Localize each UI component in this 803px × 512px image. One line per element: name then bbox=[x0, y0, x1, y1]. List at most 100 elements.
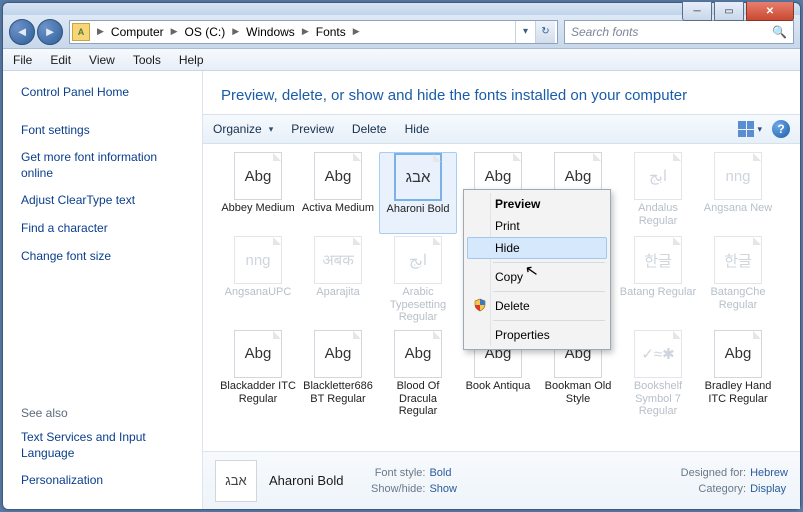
menu-edit[interactable]: Edit bbox=[50, 53, 71, 67]
font-item[interactable]: nngAngsanaUPC bbox=[219, 236, 297, 328]
font-item[interactable]: AbgBlackadder ITC Regular bbox=[219, 330, 297, 422]
font-item[interactable]: 한글Batang Regular bbox=[619, 236, 697, 328]
font-item[interactable]: nngAngsana New bbox=[699, 152, 777, 234]
maximize-button[interactable]: ▭ bbox=[714, 2, 744, 21]
explorer-window: ─ ▭ ✕ ◄ ► A ▶ Computer ▶ OS (C:) ▶ Windo… bbox=[2, 2, 801, 510]
font-label: Aharoni Bold bbox=[387, 203, 450, 229]
toolbar-organize[interactable]: Organize bbox=[213, 122, 273, 136]
menu-bar: File Edit View Tools Help bbox=[3, 49, 800, 71]
font-thumb: nng bbox=[714, 152, 762, 200]
font-thumb: Abg bbox=[394, 330, 442, 378]
font-label: Angsana New bbox=[704, 202, 773, 228]
context-menu-item[interactable]: Delete bbox=[467, 295, 607, 317]
details-thumb: אבג bbox=[215, 460, 257, 502]
back-button[interactable]: ◄ bbox=[9, 19, 35, 45]
context-menu-item[interactable]: Properties bbox=[467, 324, 607, 346]
font-thumb: Abg bbox=[714, 330, 762, 378]
breadcrumb-segment[interactable]: Fonts bbox=[312, 25, 350, 39]
details-show-hide-label: Show/hide: bbox=[357, 483, 429, 495]
chevron-right-icon[interactable]: ▶ bbox=[94, 26, 107, 37]
font-item[interactable]: ✓≈✱Bookshelf Symbol 7 Regular bbox=[619, 330, 697, 422]
sidebar-link-cleartype[interactable]: Adjust ClearType text bbox=[21, 193, 190, 209]
sidebar-link-font-size[interactable]: Change font size bbox=[21, 249, 190, 265]
font-label: BatangChe Regular bbox=[699, 286, 777, 312]
chevron-right-icon[interactable]: ▶ bbox=[229, 26, 242, 37]
details-designed-for-label: Designed for: bbox=[660, 467, 750, 479]
chevron-right-icon[interactable]: ▶ bbox=[168, 26, 181, 37]
details-show-hide: Show bbox=[429, 483, 457, 495]
details-font-style-label: Font style: bbox=[357, 467, 429, 479]
font-item[interactable]: AbgAbbey Medium bbox=[219, 152, 297, 234]
minimize-button[interactable]: ─ bbox=[682, 2, 712, 21]
font-item[interactable]: AbgActiva Medium bbox=[299, 152, 377, 234]
navigation-bar: ◄ ► A ▶ Computer ▶ OS (C:) ▶ Windows ▶ F… bbox=[3, 15, 800, 49]
address-bar[interactable]: A ▶ Computer ▶ OS (C:) ▶ Windows ▶ Fonts… bbox=[69, 20, 558, 44]
context-menu-item[interactable]: Hide bbox=[467, 237, 607, 259]
font-label: Batang Regular bbox=[620, 286, 696, 312]
font-label: Bradley Hand ITC Regular bbox=[699, 380, 777, 406]
font-item[interactable]: אבגAharoni Bold bbox=[379, 152, 457, 234]
help-icon[interactable]: ? bbox=[772, 120, 790, 138]
font-item[interactable]: AbgBradley Hand ITC Regular bbox=[699, 330, 777, 422]
sidebar-link-text-services[interactable]: Text Services and Input Language bbox=[21, 430, 190, 461]
context-menu-item[interactable]: Preview bbox=[467, 193, 607, 215]
font-item[interactable]: ابجArabic Typesetting Regular bbox=[379, 236, 457, 328]
toolbar-preview[interactable]: Preview bbox=[291, 122, 334, 136]
font-label: Bookshelf Symbol 7 Regular bbox=[619, 380, 697, 418]
sidebar-see-also-label: See also bbox=[21, 406, 190, 420]
font-thumb: Abg bbox=[314, 152, 362, 200]
context-menu-separator bbox=[493, 320, 605, 321]
refresh-button[interactable]: ↻ bbox=[535, 21, 555, 43]
font-label: Arabic Typesetting Regular bbox=[379, 286, 457, 324]
search-input[interactable]: Search fonts 🔍 bbox=[564, 20, 794, 44]
font-item[interactable]: ابجAndalus Regular bbox=[619, 152, 697, 234]
font-thumb: Abg bbox=[234, 330, 282, 378]
details-category: Display bbox=[750, 483, 786, 495]
sidebar-link-font-settings[interactable]: Font settings bbox=[21, 123, 190, 139]
sidebar-link-more-info[interactable]: Get more font information online bbox=[21, 150, 190, 181]
chevron-right-icon[interactable]: ▶ bbox=[299, 26, 312, 37]
toolbar-hide[interactable]: Hide bbox=[405, 122, 430, 136]
menu-help[interactable]: Help bbox=[179, 53, 204, 67]
context-menu-item[interactable]: Print bbox=[467, 215, 607, 237]
chevron-right-icon[interactable]: ▶ bbox=[350, 26, 363, 37]
font-item[interactable]: 한글BatangChe Regular bbox=[699, 236, 777, 328]
menu-view[interactable]: View bbox=[89, 53, 115, 67]
view-icon bbox=[738, 121, 754, 137]
font-label: Abbey Medium bbox=[221, 202, 294, 228]
font-item[interactable]: अबकAparajita bbox=[299, 236, 377, 328]
menu-file[interactable]: File bbox=[13, 53, 32, 67]
details-pane: אבג Aharoni Bold Font style:Bold Show/hi… bbox=[203, 451, 800, 509]
font-item[interactable]: AbgBlackletter686 BT Regular bbox=[299, 330, 377, 422]
font-thumb: ✓≈✱ bbox=[634, 330, 682, 378]
breadcrumb-segment[interactable]: Windows bbox=[242, 25, 299, 39]
toolbar-delete[interactable]: Delete bbox=[352, 122, 387, 136]
details-font-style: Bold bbox=[429, 467, 451, 479]
sidebar-home[interactable]: Control Panel Home bbox=[21, 85, 190, 101]
address-dropdown-button[interactable]: ▾ bbox=[515, 21, 535, 43]
details-name: Aharoni Bold bbox=[269, 473, 343, 488]
titlebar[interactable] bbox=[3, 3, 800, 15]
font-thumb: अबक bbox=[314, 236, 362, 284]
font-label: Activa Medium bbox=[302, 202, 374, 228]
search-icon[interactable]: 🔍 bbox=[772, 25, 787, 39]
breadcrumb-segment[interactable]: OS (C:) bbox=[181, 25, 230, 39]
view-options-button[interactable]: ▾ bbox=[738, 121, 762, 137]
sidebar-link-personalization[interactable]: Personalization bbox=[21, 473, 190, 489]
font-label: Aparajita bbox=[316, 286, 359, 312]
breadcrumb-segment[interactable]: Computer bbox=[107, 25, 168, 39]
sidebar-link-find-character[interactable]: Find a character bbox=[21, 221, 190, 237]
font-thumb: nng bbox=[234, 236, 282, 284]
shield-icon bbox=[473, 298, 487, 312]
font-label: Blood Of Dracula Regular bbox=[379, 380, 457, 418]
font-item[interactable]: AbgBlood Of Dracula Regular bbox=[379, 330, 457, 422]
details-designed-for: Hebrew bbox=[750, 467, 788, 479]
menu-tools[interactable]: Tools bbox=[133, 53, 161, 67]
context-menu-separator bbox=[493, 291, 605, 292]
font-label: Blackadder ITC Regular bbox=[219, 380, 297, 406]
forward-button[interactable]: ► bbox=[37, 19, 63, 45]
page-title: Preview, delete, or show and hide the fo… bbox=[203, 71, 800, 114]
folder-icon: A bbox=[72, 23, 90, 41]
window-controls: ─ ▭ ✕ bbox=[682, 2, 794, 21]
close-button[interactable]: ✕ bbox=[746, 2, 794, 21]
